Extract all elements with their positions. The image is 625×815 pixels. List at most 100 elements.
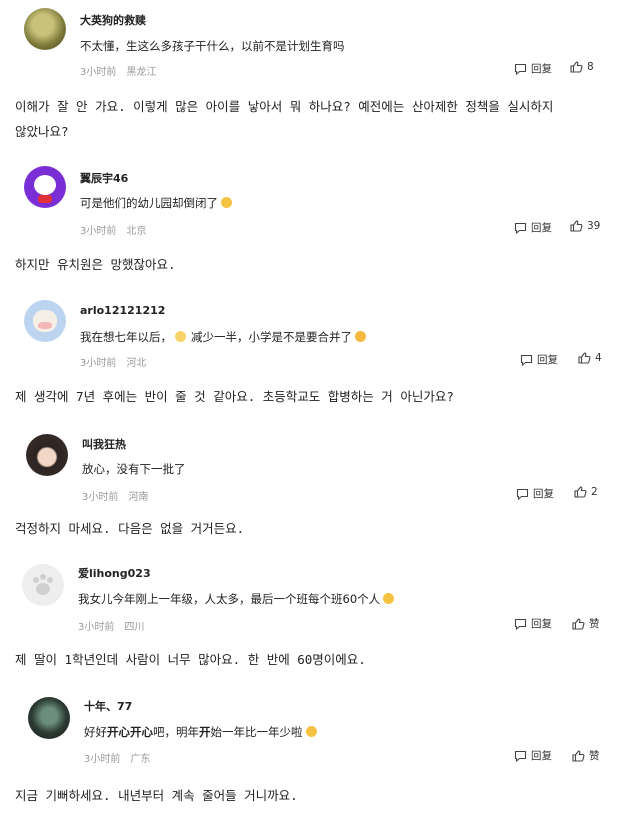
comment-text-content: 我女儿今年刚上一年级，人太多，最后一个班每个班60个人	[78, 592, 381, 606]
reply-button[interactable]: 回复	[514, 220, 552, 235]
thumbs-up-icon	[572, 617, 585, 630]
reply-label: 回复	[533, 488, 554, 500]
like-button[interactable]: 39	[570, 220, 600, 232]
location: 河南	[128, 492, 149, 503]
comment-text-content: 可是他们的幼儿园却倒闭了	[80, 196, 218, 210]
avatar[interactable]	[24, 300, 66, 342]
thumbs-up-icon	[572, 749, 585, 762]
translation-6: 지금 기뻐하세요. 내년부터 계속 줄어들 거니까요.	[15, 783, 615, 808]
laughing-emoji-icon	[383, 593, 395, 604]
like-count: 赞	[589, 618, 600, 630]
comment-text-content: 吧，明年	[153, 725, 199, 739]
avatar[interactable]	[26, 434, 68, 476]
laughing-emoji-icon	[305, 726, 317, 737]
reply-button[interactable]: 回复	[514, 748, 552, 763]
comment-text: 我女儿今年刚上一年级，人太多，最后一个班每个班60个人	[78, 591, 395, 607]
avatar[interactable]	[22, 564, 64, 606]
timestamp: 3小时前	[80, 358, 117, 369]
sweat-smile-emoji-icon	[175, 331, 186, 342]
timestamp: 3小时前	[78, 622, 115, 633]
location: 黑龙江	[126, 67, 157, 78]
reply-label: 回复	[531, 750, 552, 762]
comment-text: 放心，没有下一批了	[82, 462, 186, 476]
timestamp: 3小时前	[84, 754, 121, 765]
translation-line: 하지만 유치원은 망했잖아요.	[15, 257, 176, 272]
translation-1: 이해가 잘 안 가요. 이렇게 많은 아이를 낳아서 뭐 하나요? 예전에는 산…	[15, 94, 615, 144]
comment-text-content: 减少一半，小学是不是要合并了	[191, 330, 352, 344]
comment-icon	[514, 750, 527, 762]
comment-icon	[514, 618, 527, 630]
comment-text: 可是他们的幼儿园却倒闭了	[80, 195, 232, 211]
translation-line: 지금 기뻐하세요. 내년부터 계속 줄어들 거니까요.	[15, 788, 298, 803]
comment-text-content: 我在想七年以后，	[80, 330, 172, 344]
username[interactable]: 十年、77	[84, 698, 132, 714]
laughing-emoji-icon	[221, 197, 232, 208]
comment-text-emphasis: 开心	[130, 725, 153, 739]
username[interactable]: 翼辰宇46	[80, 170, 128, 186]
reply-label: 回复	[531, 63, 552, 75]
comment-meta: 3小时前 广东	[84, 750, 150, 765]
avatar[interactable]	[24, 166, 66, 208]
like-button[interactable]: 2	[574, 486, 598, 498]
reply-label: 回复	[531, 222, 552, 234]
timestamp: 3小时前	[80, 226, 117, 237]
username[interactable]: 爱lihong023	[78, 565, 151, 581]
comment-icon	[520, 354, 533, 366]
comment-meta: 3小时前 四川	[78, 618, 144, 633]
reply-button[interactable]: 回复	[516, 486, 554, 501]
avatar[interactable]	[24, 8, 66, 50]
location: 广东	[130, 754, 151, 765]
comment-text-content: 好好	[84, 725, 107, 739]
translation-line: 제 딸이 1학년인데 사람이 너무 많아요. 한 반에 60명이에요.	[15, 652, 366, 667]
like-count: 赞	[589, 750, 600, 762]
crying-emoji-icon	[355, 331, 366, 342]
like-count: 8	[587, 61, 594, 73]
location: 北京	[126, 226, 147, 237]
comment-meta: 3小时前 黑龙江	[80, 63, 156, 78]
avatar[interactable]	[28, 697, 70, 739]
timestamp: 3小时前	[80, 67, 117, 78]
comment-icon	[516, 488, 529, 500]
translation-line: 걱정하지 마세요. 다음은 없을 거거든요.	[15, 521, 245, 536]
comment-text: 好好开心开心吧，明年开始一年比一年少啦	[84, 724, 317, 740]
username[interactable]: arlo12121212	[80, 304, 165, 317]
like-button[interactable]: 赞	[572, 748, 600, 763]
comment-icon	[514, 63, 527, 75]
like-count: 4	[595, 352, 602, 364]
location: 四川	[124, 622, 145, 633]
reply-label: 回复	[537, 354, 558, 366]
reply-button[interactable]: 回复	[514, 61, 552, 76]
username[interactable]: 大英狗的救赎	[80, 12, 146, 28]
comment-text-emphasis: 开	[199, 725, 211, 739]
like-button[interactable]: 8	[570, 61, 594, 73]
translation-2: 하지만 유치원은 망했잖아요.	[15, 252, 615, 277]
reply-label: 回复	[531, 618, 552, 630]
comment-meta: 3小时前 北京	[80, 222, 146, 237]
translation-4: 걱정하지 마세요. 다음은 없을 거거든요.	[15, 516, 615, 541]
thumbs-up-icon	[578, 352, 591, 364]
reply-button[interactable]: 回复	[514, 616, 552, 631]
translation-3: 제 생각에 7년 후에는 반이 줄 것 같아요. 초등학교도 합병하는 거 아닌…	[15, 384, 615, 409]
thumbs-up-icon	[570, 61, 583, 73]
like-button[interactable]: 赞	[572, 616, 600, 631]
comment-text-emphasis: 开心	[107, 725, 130, 739]
paw-icon	[33, 574, 53, 595]
translation-line: 이해가 잘 안 가요. 이렇게 많은 아이를 낳아서 뭐 하나요? 예전에는 산…	[15, 99, 554, 114]
like-count: 39	[587, 220, 601, 232]
comment-text: 不太懂，生这么多孩子干什么，以前不是计划生育吗	[80, 39, 345, 53]
location: 河北	[126, 358, 147, 369]
reply-button[interactable]: 回复	[520, 352, 558, 367]
username[interactable]: 叫我狂热	[82, 436, 126, 452]
thumbs-up-icon	[570, 220, 583, 232]
like-button[interactable]: 4	[578, 352, 602, 364]
translation-line: 않았나요?	[15, 124, 69, 139]
thumbs-up-icon	[574, 486, 587, 498]
comment-text: 我在想七年以后， 减少一半，小学是不是要合并了	[80, 329, 366, 345]
translation-line: 제 생각에 7년 후에는 반이 줄 것 같아요. 초등학교도 합병하는 거 아닌…	[15, 389, 454, 404]
comment-meta: 3小时前 河南	[82, 488, 148, 503]
timestamp: 3小时前	[82, 492, 119, 503]
translation-5: 제 딸이 1학년인데 사람이 너무 많아요. 한 반에 60명이에요.	[15, 647, 615, 672]
comment-icon	[514, 222, 527, 234]
comment-text-content: 始一年比一年少啦	[210, 725, 303, 739]
comment-meta: 3小时前 河北	[80, 354, 146, 369]
